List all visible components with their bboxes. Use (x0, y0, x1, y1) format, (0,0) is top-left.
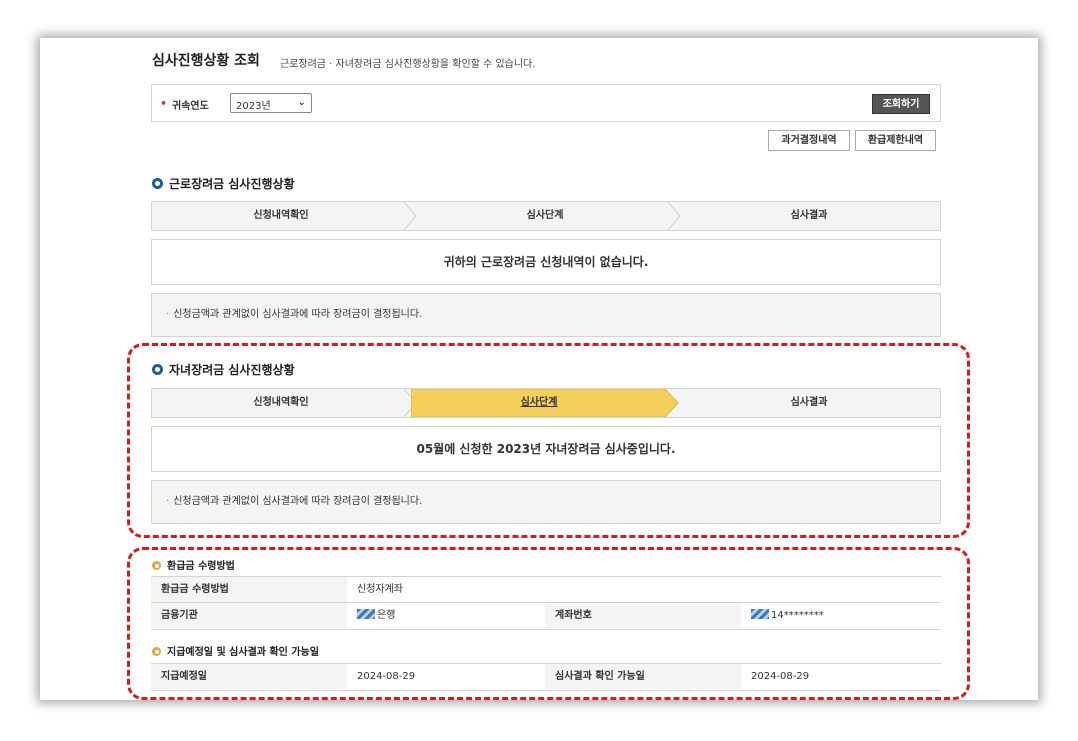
section-bullet-icon (152, 364, 163, 375)
step-result: 심사결과 (790, 210, 828, 221)
refund-limits-button[interactable]: 환급제한내역 (855, 130, 936, 151)
chevron-down-icon: ⌄ (297, 97, 306, 108)
step-application-check: 신청내역확인 (253, 397, 309, 408)
refund-method-row: 환급금 수령방법 신청자계좌 (151, 576, 941, 602)
child-incentive-steps: 신청내역확인 심사단계 심사결과 (151, 388, 941, 418)
year-label: 귀속연도 (172, 101, 209, 112)
search-button[interactable]: 조회하기 (872, 94, 930, 114)
refund-method-title: 환급금 수령방법 (152, 557, 235, 572)
note-bullet: · (166, 309, 170, 320)
child-incentive-message: 05월에 신청한 2023년 자녀장려금 심사중입니다. (151, 426, 941, 472)
work-incentive-title-text: 근로장려금 심사진행상황 (169, 177, 295, 191)
note-bullet: · (166, 496, 170, 507)
bank-account-row: 금융기관 은행 계좌번호 14******** (151, 602, 941, 630)
account-value: 14******** (741, 603, 941, 628)
schedule-title: 지급예정일 및 심사결과 확인 가능일 (152, 643, 319, 658)
past-decisions-button[interactable]: 과거결정내역 (768, 130, 850, 151)
work-incentive-steps: 신청내역확인 심사단계 심사결과 (151, 201, 941, 231)
child-incentive-title: 자녀장려금 심사진행상황 (152, 361, 295, 378)
refund-method-title-text: 환급금 수령방법 (167, 561, 235, 572)
step-application-check: 신청내역확인 (253, 210, 309, 221)
page-title: 심사진행상황 조회 (152, 53, 260, 69)
bank-value: 은행 (347, 603, 545, 628)
bank-logo-icon (357, 609, 375, 619)
step-result: 심사결과 (790, 397, 828, 408)
page-frame: 심사진행상황 조회 근로장려금 · 자녀장려금 심사진행상황을 확인할 수 있습… (40, 38, 1038, 700)
work-incentive-note: · 신청금액과 관계없이 심사결과에 따라 장려금이 결정됩니다. (151, 293, 941, 337)
schedule-row: 지급예정일 2024-08-29 심사결과 확인 가능일 2024-08-29 (151, 663, 941, 691)
work-incentive-note-text: 신청금액과 관계없이 심사결과에 따라 장려금이 결정됩니다. (173, 309, 423, 320)
subsection-bullet-icon (152, 647, 161, 656)
step-review: 심사단계 (526, 210, 564, 221)
pay-date-label: 지급예정일 (151, 664, 347, 689)
account-label: 계좌번호 (545, 603, 741, 628)
child-incentive-title-text: 자녀장려금 심사진행상황 (169, 363, 295, 377)
work-incentive-title: 근로장려금 심사진행상황 (152, 175, 295, 192)
section-bullet-icon (152, 178, 163, 189)
refund-method-value: 신청자계좌 (347, 577, 941, 602)
subsection-bullet-icon (152, 561, 161, 570)
year-select[interactable]: 2023년 ⌄ (230, 93, 312, 113)
child-incentive-note-text: 신청금액과 관계없이 심사결과에 따라 장려금이 결정됩니다. (173, 496, 423, 507)
bank-logo-icon (751, 609, 769, 619)
child-incentive-note: · 신청금액과 관계없이 심사결과에 따라 장려금이 결정됩니다. (151, 480, 941, 524)
result-date-label: 심사결과 확인 가능일 (545, 664, 741, 689)
account-number: 14******** (771, 610, 824, 621)
refund-method-label: 환급금 수령방법 (151, 577, 347, 602)
schedule-title-text: 지급예정일 및 심사결과 확인 가능일 (167, 647, 319, 658)
bank-name: 은행 (377, 610, 396, 621)
page-subtitle: 근로장려금 · 자녀장려금 심사진행상황을 확인할 수 있습니다. (280, 59, 536, 70)
year-select-value: 2023년 (236, 101, 271, 112)
step-review-active: 심사단계 (520, 397, 558, 408)
filter-bar: • 귀속연도 2023년 ⌄ 조회하기 (151, 84, 941, 122)
required-mark: • (160, 97, 168, 110)
work-incentive-message: 귀하의 근로장려금 신청내역이 없습니다. (151, 239, 941, 285)
result-date-value: 2024-08-29 (741, 664, 941, 689)
bank-label: 금융기관 (151, 603, 347, 628)
pay-date-value: 2024-08-29 (347, 664, 545, 689)
